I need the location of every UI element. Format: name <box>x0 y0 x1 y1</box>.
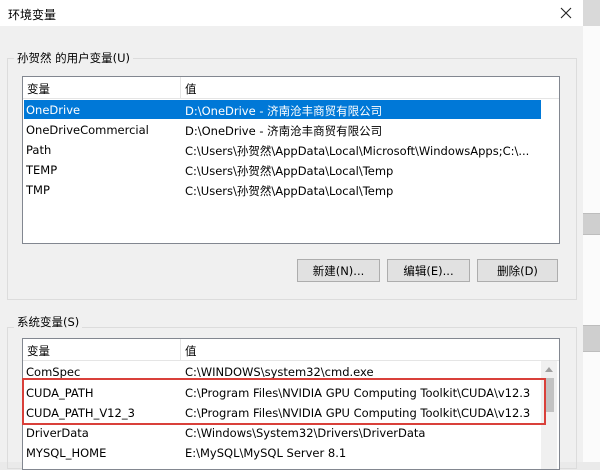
column-separator[interactable] <box>180 77 181 98</box>
new-user-variable-button[interactable]: 新建(N)... <box>297 259 380 282</box>
list-header: 变量 值 <box>23 77 559 99</box>
variable-value: D:\OneDrive - 济南沧丰商贸有限公司 <box>185 104 383 118</box>
system-variables-legend: 系统变量(S) <box>14 314 83 330</box>
variable-value: C:\Windows\System32\Drivers\DriverData <box>185 426 426 440</box>
column-separator[interactable] <box>180 339 181 360</box>
close-icon <box>560 7 571 19</box>
user-variable-row[interactable]: OneDrive D:\OneDrive - 济南沧丰商贸有限公司 <box>24 100 541 119</box>
background-window-edge <box>583 0 600 462</box>
column-header-value[interactable]: 值 <box>185 81 197 97</box>
close-button[interactable] <box>548 0 583 26</box>
column-header-value[interactable]: 值 <box>185 343 197 359</box>
window-title: 环境变量 <box>8 8 57 22</box>
user-variable-row[interactable]: OneDriveCommercial D:\OneDrive - 济南沧丰商贸有… <box>24 120 558 139</box>
environment-variables-dialog: 环境变量 孙贺然 的用户变量(U) 变量 值 OneDrive D:\OneDr… <box>0 0 583 470</box>
variable-value: E:\MySQL\MySQL Server 8.1 <box>185 446 347 460</box>
user-variable-row[interactable]: Path C:\Users\孙贺然\AppData\Local\Microsof… <box>24 140 558 159</box>
scroll-up-arrow[interactable] <box>541 361 557 377</box>
user-variables-legend: 孙贺然 的用户变量(U) <box>14 50 134 66</box>
column-header-variable[interactable]: 变量 <box>27 343 50 359</box>
system-variable-row[interactable]: DriverData C:\Windows\System32\Drivers\D… <box>24 423 541 442</box>
system-variable-row[interactable]: MYSQL_HOME E:\MySQL\MySQL Server 8.1 <box>24 443 541 462</box>
column-header-variable[interactable]: 变量 <box>27 81 50 97</box>
variable-value: D:\OneDrive - 济南沧丰商贸有限公司 <box>185 124 383 138</box>
edit-user-variable-button[interactable]: 编辑(E)... <box>387 259 470 282</box>
title-bar[interactable]: 环境变量 <box>0 0 583 26</box>
cuda-highlight-box <box>22 378 546 425</box>
variable-value: C:\WINDOWS\system32\cmd.exe <box>185 365 374 379</box>
variable-name: TMP <box>26 183 50 197</box>
chevron-up-icon <box>545 366 553 372</box>
user-variable-row[interactable]: TEMP C:\Users\孙贺然\AppData\Local\Temp <box>24 160 558 179</box>
variable-value: C:\Users\孙贺然\AppData\Local\Temp <box>185 184 394 198</box>
variable-value: C:\Users\孙贺然\AppData\Local\Temp <box>185 164 394 178</box>
variable-name: DriverData <box>26 426 89 440</box>
user-variable-row[interactable]: TMP C:\Users\孙贺然\AppData\Local\Temp <box>24 180 558 199</box>
variable-name: MYSQL_HOME <box>26 446 107 460</box>
list-header: 变量 值 <box>23 339 559 361</box>
variable-name: ComSpec <box>26 365 81 379</box>
variable-name: OneDrive <box>26 103 81 117</box>
variable-name: OneDriveCommercial <box>26 123 149 137</box>
variable-value: C:\Users\孙贺然\AppData\Local\Microsoft\Win… <box>185 144 530 158</box>
user-variables-list[interactable]: 变量 值 OneDrive D:\OneDrive - 济南沧丰商贸有限公司 O… <box>22 76 560 244</box>
delete-user-variable-button[interactable]: 删除(D) <box>477 259 558 282</box>
variable-name: TEMP <box>26 163 58 177</box>
variable-name: Path <box>26 143 52 157</box>
